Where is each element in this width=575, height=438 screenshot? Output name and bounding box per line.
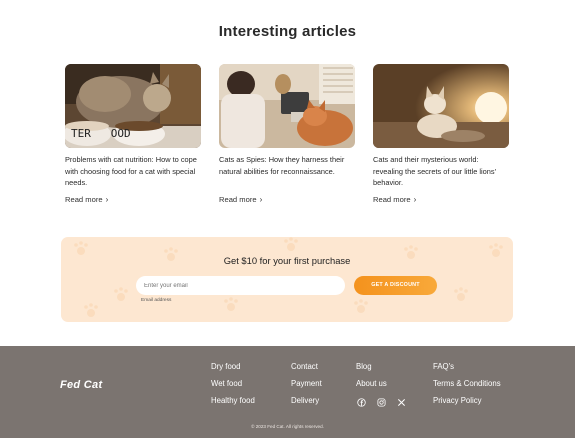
read-more-label: Read more [219, 195, 257, 204]
logo-text: Fed Cat [60, 379, 103, 391]
read-more-link[interactable]: Read more › [219, 195, 262, 204]
chevron-right-icon: › [413, 194, 417, 204]
instagram-icon[interactable] [376, 397, 386, 407]
article-description: Cats and their mysterious world: reveali… [373, 155, 497, 188]
logo[interactable]: Fed Cat [60, 379, 102, 391]
footer-link-about-us[interactable]: About us [356, 379, 387, 389]
footer-link-faq[interactable]: FAQ's [433, 362, 501, 372]
x-icon[interactable] [396, 397, 406, 407]
footer-link-payment[interactable]: Payment [291, 379, 322, 389]
email-field-label: Email address [141, 298, 172, 303]
footer-link-blog[interactable]: Blog [356, 362, 387, 372]
article-card[interactable]: Cats and their mysterious world: reveali… [373, 64, 509, 204]
copyright: © 2023 Fed Cat. All rights reserved. [251, 424, 324, 429]
article-image-cat-eating[interactable]: TER OOD [65, 64, 201, 148]
promo-title: Get $10 for your first purchase [223, 255, 351, 266]
bowl-text: TER OOD [71, 127, 131, 140]
chevron-right-icon: › [105, 194, 109, 204]
footer: Fed Cat Dry food Wet food Healthy food C… [0, 346, 575, 438]
read-more-link[interactable]: Read more › [65, 195, 108, 204]
facebook-icon[interactable] [356, 397, 366, 407]
article-image-cat-laptop[interactable] [219, 64, 355, 148]
footer-link-healthy-food[interactable]: Healthy food [211, 396, 255, 406]
article-description: Problems with cat nutrition: How to cope… [65, 155, 197, 188]
read-more-label: Read more [373, 195, 411, 204]
email-input[interactable] [136, 276, 345, 295]
discount-banner: Get $10 for your first purchase Email ad… [61, 237, 513, 322]
footer-link-dry-food[interactable]: Dry food [211, 362, 255, 372]
read-more-label: Read more [65, 195, 103, 204]
read-more-link[interactable]: Read more › [373, 195, 416, 204]
footer-link-privacy[interactable]: Privacy Policy [433, 396, 501, 406]
footer-column-products: Dry food Wet food Healthy food [211, 362, 255, 406]
footer-column-info: Contact Payment Delivery [291, 362, 322, 406]
chevron-right-icon: › [259, 194, 263, 204]
footer-column-company: Blog About us [356, 362, 387, 389]
social-links [356, 397, 406, 407]
footer-link-terms[interactable]: Terms & Conditions [433, 379, 501, 389]
section-title: Interesting articles [218, 23, 357, 40]
footer-link-wet-food[interactable]: Wet food [211, 379, 255, 389]
get-discount-button[interactable]: GET A DISCOUNT [354, 276, 437, 295]
footer-link-contact[interactable]: Contact [291, 362, 322, 372]
article-description: Cats as Spies: How they harness their na… [219, 155, 345, 176]
article-card[interactable]: TER OOD Problems with cat nutrition: How… [65, 64, 201, 204]
article-card[interactable]: Cats as Spies: How they harness their na… [219, 64, 355, 204]
footer-column-legal: FAQ's Terms & Conditions Privacy Policy [433, 362, 501, 406]
article-image-kitten-lamp[interactable] [373, 64, 509, 148]
footer-link-delivery[interactable]: Delivery [291, 396, 322, 406]
